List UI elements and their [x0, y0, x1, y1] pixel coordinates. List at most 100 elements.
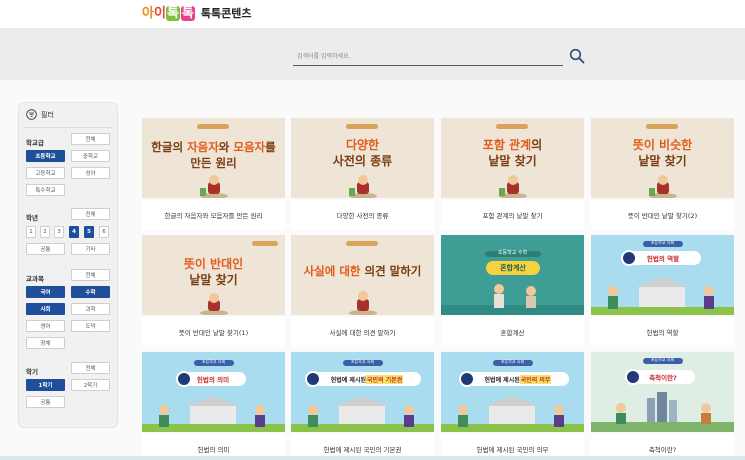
- thumbnail-category: 초등학교 수학: [497, 250, 528, 256]
- filter-header: 필터: [26, 109, 54, 120]
- characters-illustration: [441, 284, 584, 315]
- site-logo[interactable]: 아 이 톡 톡 톡톡콘텐츠: [142, 2, 251, 24]
- grade-other-chip[interactable]: 기타: [71, 243, 110, 255]
- content-card[interactable]: 초등학교 사회 축척이란? 축척이란?: [591, 352, 734, 460]
- subject-creative-chip[interactable]: 창체: [26, 337, 65, 349]
- term-2-chip[interactable]: 2학기: [71, 379, 110, 391]
- content-card[interactable]: 초등학교 사회 헌법의 의미 헌법의 의미: [142, 352, 285, 460]
- logo-letter: 아: [142, 5, 154, 21]
- grade-5-chip[interactable]: 5: [84, 226, 94, 238]
- character-illustration: [349, 175, 377, 198]
- grade-4-chip[interactable]: 4: [69, 226, 79, 238]
- card-thumbnail: 포함 관계의 낱말 찾기: [441, 118, 584, 198]
- card-thumbnail: 사실에 대한 의견 말하기: [291, 235, 434, 315]
- category-badge: [197, 124, 229, 129]
- content-card[interactable]: 포함 관계의 낱말 찾기 포함 관계의 낱말 찾기: [441, 118, 584, 230]
- logo-letter: 톡: [180, 5, 195, 21]
- character-illustration: [499, 175, 527, 198]
- card-caption: 사실에 대한 의견 말하기: [291, 317, 434, 347]
- characters-illustration: [441, 396, 584, 432]
- thumbnail-title: 헌법에 제시된 국민의 기본권: [313, 372, 421, 386]
- thumbnail-subtitle: 낱말 찾기: [638, 154, 687, 168]
- subject-korean-chip[interactable]: 국어: [26, 286, 65, 298]
- thumbnail-title: 한글의 자음자와 모음자를: [151, 140, 276, 154]
- category-badge: [346, 241, 378, 246]
- subject-ethics-chip[interactable]: 도덕: [71, 320, 110, 332]
- school-middle-chip[interactable]: 중학교: [71, 150, 110, 162]
- content-card[interactable]: 사실에 대한 의견 말하기 사실에 대한 의견 말하기: [291, 235, 434, 347]
- search-icon[interactable]: [569, 48, 585, 64]
- subject-english-chip[interactable]: 영어: [26, 320, 65, 332]
- thumbnail-subtitle: 만든 원리: [190, 156, 237, 170]
- content-card[interactable]: 한글의 자음자와 모음자를 만든 원리 한글의 자음자와 모음자를 만든 원리: [142, 118, 285, 230]
- thumbnail-category: 초등학교 사회: [500, 359, 525, 364]
- category-badge: [646, 124, 678, 129]
- card-thumbnail: 초등학교 사회 축척이란?: [591, 352, 734, 432]
- grade-2-chip[interactable]: 2: [40, 226, 50, 238]
- school-other-chip[interactable]: 성아: [71, 167, 110, 179]
- characters-illustration: [591, 277, 734, 315]
- thumbnail-title: 헌법에 제시된 국민의 의무: [467, 372, 569, 386]
- character-illustration: [200, 293, 228, 315]
- school-high-chip[interactable]: 고등학교: [26, 167, 65, 179]
- thumbnail-subtitle: 낱말 찾기: [488, 154, 537, 168]
- card-caption: 헌법의 역할: [591, 317, 734, 347]
- grade-label: 학년: [26, 214, 38, 222]
- content-card[interactable]: 초등학교 사회 헌법에 제시된 국민의 기본권 헌법에 제시된 국민의 기본권: [291, 352, 434, 460]
- card-thumbnail: 초등학교 사회 헌법에 제시된 국민의 의무: [441, 352, 584, 432]
- divider: [24, 127, 112, 128]
- subject-social-chip[interactable]: 사회: [26, 303, 65, 315]
- seal-icon: [305, 371, 321, 387]
- content-card[interactable]: 초등학교 사회 헌법의 역할 헌법의 역할: [591, 235, 734, 347]
- school-level-label: 학교급: [26, 139, 44, 147]
- characters-illustration: [591, 392, 734, 432]
- search-input[interactable]: [293, 48, 563, 66]
- card-thumbnail: 초등학교 수학 혼합계산: [441, 235, 584, 315]
- card-thumbnail: 초등학교 사회 헌법에 제시된 국민의 기본권: [291, 352, 434, 432]
- thumbnail-category: 초등학교 사회: [201, 359, 226, 364]
- thumbnail-subtitle: 낱말 찾기: [189, 273, 238, 287]
- school-special-chip[interactable]: 특수학교: [26, 184, 65, 196]
- subject-science-chip[interactable]: 과학: [71, 303, 110, 315]
- characters-illustration: [291, 396, 434, 432]
- category-badge: [252, 241, 278, 246]
- filter-sidebar: 필터 학교급 전체 초등학교 중학교 고등학교 성아 특수학교 학년 전체 1 …: [18, 102, 118, 428]
- seal-icon: [625, 369, 641, 385]
- top-bar: 아 이 톡 톡 톡톡콘텐츠: [0, 0, 745, 28]
- grade-common-chip[interactable]: 공통: [26, 243, 65, 255]
- filter-icon: [26, 109, 37, 120]
- seal-icon: [459, 371, 475, 387]
- thumbnail-title: 다양한: [345, 138, 380, 152]
- filter-title: 필터: [41, 110, 54, 119]
- card-thumbnail: 한글의 자음자와 모음자를 만든 원리: [142, 118, 285, 198]
- content-card[interactable]: 다양한 사전의 종류 다양한 사전의 종류: [291, 118, 434, 230]
- grade-all-chip[interactable]: 전체: [71, 208, 110, 220]
- school-all-chip[interactable]: 전체: [71, 133, 110, 145]
- card-caption: 뜻이 반대인 낱말 찾기(2): [591, 200, 734, 230]
- thumbnail-category: 초등학교 사회: [650, 357, 675, 362]
- term-all-chip[interactable]: 전체: [71, 362, 110, 374]
- characters-illustration: [142, 396, 285, 432]
- subject-all-chip[interactable]: 전체: [71, 269, 110, 281]
- content-card[interactable]: 초등학교 사회 헌법에 제시된 국민의 의무 헌법에 제시된 국민의 의무: [441, 352, 584, 460]
- term-common-chip[interactable]: 공통: [26, 396, 65, 408]
- category-badge: [496, 124, 528, 129]
- card-thumbnail: 다양한 사전의 종류: [291, 118, 434, 198]
- subject-math-chip[interactable]: 수학: [71, 286, 110, 298]
- seal-icon: [621, 250, 637, 266]
- character-illustration: [200, 175, 228, 198]
- school-elementary-chip[interactable]: 초등학교: [26, 150, 65, 162]
- grade-6-chip[interactable]: 6: [99, 226, 109, 238]
- grade-1-chip[interactable]: 1: [26, 226, 36, 238]
- grade-3-chip[interactable]: 3: [54, 226, 64, 238]
- term-1-chip[interactable]: 1학기: [26, 379, 65, 391]
- card-thumbnail: 뜻이 반대인 낱말 찾기: [142, 235, 285, 315]
- card-caption: 한글의 자음자와 모음자를 만든 원리: [142, 200, 285, 230]
- content-card[interactable]: 초등학교 수학 혼합계산 혼합계산: [441, 235, 584, 347]
- card-caption: 포함 관계의 낱말 찾기: [441, 200, 584, 230]
- content-card[interactable]: 뜻이 반대인 낱말 찾기 뜻이 반대인 낱말 찾기(1): [142, 235, 285, 347]
- subject-label: 교과목: [26, 275, 44, 283]
- logo-mark: 아 이 톡 톡: [142, 5, 195, 21]
- content-card[interactable]: 뜻이 비슷한 낱말 찾기 뜻이 반대인 낱말 찾기(2): [591, 118, 734, 230]
- thumbnail-title: 뜻이 반대인: [183, 257, 244, 271]
